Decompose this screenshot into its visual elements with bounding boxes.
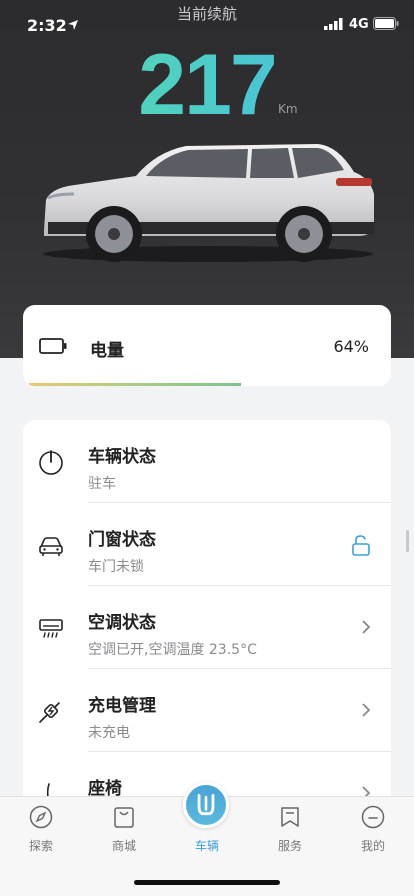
row-title: 空调状态	[88, 613, 156, 633]
home-indicator[interactable]	[134, 880, 280, 885]
tab-me[interactable]: 我的	[332, 797, 414, 867]
chevron-right-icon	[362, 703, 371, 717]
list-item-vehicle-status[interactable]: 车辆状态 驻车	[23, 420, 391, 503]
unlock-icon[interactable]	[350, 534, 372, 556]
scroll-indicator[interactable]	[406, 530, 409, 552]
tab-mall[interactable]: 商城	[83, 797, 165, 867]
chevron-right-icon	[362, 620, 371, 634]
vehicle-logo-icon	[197, 794, 215, 816]
smiley-icon	[361, 805, 385, 829]
range-title: 当前续航	[176, 5, 237, 23]
tab-label: 服务	[277, 839, 302, 853]
row-subtitle: 未充电	[88, 725, 130, 741]
tab-label: 探索	[28, 839, 53, 853]
car-front-icon	[39, 537, 63, 556]
battery-label: 电量	[90, 341, 124, 361]
range-value: 217	[0, 36, 414, 135]
battery-level-bar	[29, 383, 241, 386]
battery-card[interactable]: 电量 64%	[23, 305, 391, 386]
list-item-ac-status[interactable]: 空调状态 空调已开,空调温度 23.5°C	[23, 586, 391, 669]
row-subtitle: 空调已开,空调温度 23.5°C	[88, 642, 257, 658]
tab-label: 车辆	[194, 839, 219, 853]
tab-label: 我的	[360, 839, 385, 853]
compass-icon	[29, 805, 53, 829]
range-unit: Km	[278, 102, 298, 116]
list-item-door-window-status[interactable]: 门窗状态 车门未锁	[23, 503, 391, 586]
bookmark-icon	[281, 807, 299, 827]
row-title: 充电管理	[88, 696, 156, 716]
tab-vehicle[interactable]: 车辆	[166, 782, 248, 867]
row-title: 车辆状态	[88, 447, 156, 467]
vehicle-tab-bubble	[183, 782, 229, 828]
battery-icon	[39, 338, 67, 354]
tab-service[interactable]: 服务	[249, 797, 331, 867]
row-title: 门窗状态	[88, 530, 156, 550]
power-icon	[39, 450, 63, 475]
vehicle-status-list: 车辆状态 驻车 门窗状态 车门未锁 空调状态 空调已开,空调温度 23.5°C	[23, 420, 391, 840]
row-subtitle: 驻车	[88, 476, 116, 492]
list-item-charging[interactable]: 充电管理 未充电	[23, 669, 391, 752]
tab-explore[interactable]: 探索	[0, 797, 82, 867]
row-subtitle: 车门未锁	[88, 559, 144, 575]
tab-label: 商城	[111, 839, 136, 853]
shopping-bag-icon	[114, 807, 134, 828]
air-conditioner-icon	[39, 619, 63, 638]
charging-plug-icon	[39, 702, 60, 723]
vehicle-image	[43, 144, 374, 262]
battery-percent: 64%	[333, 337, 369, 356]
